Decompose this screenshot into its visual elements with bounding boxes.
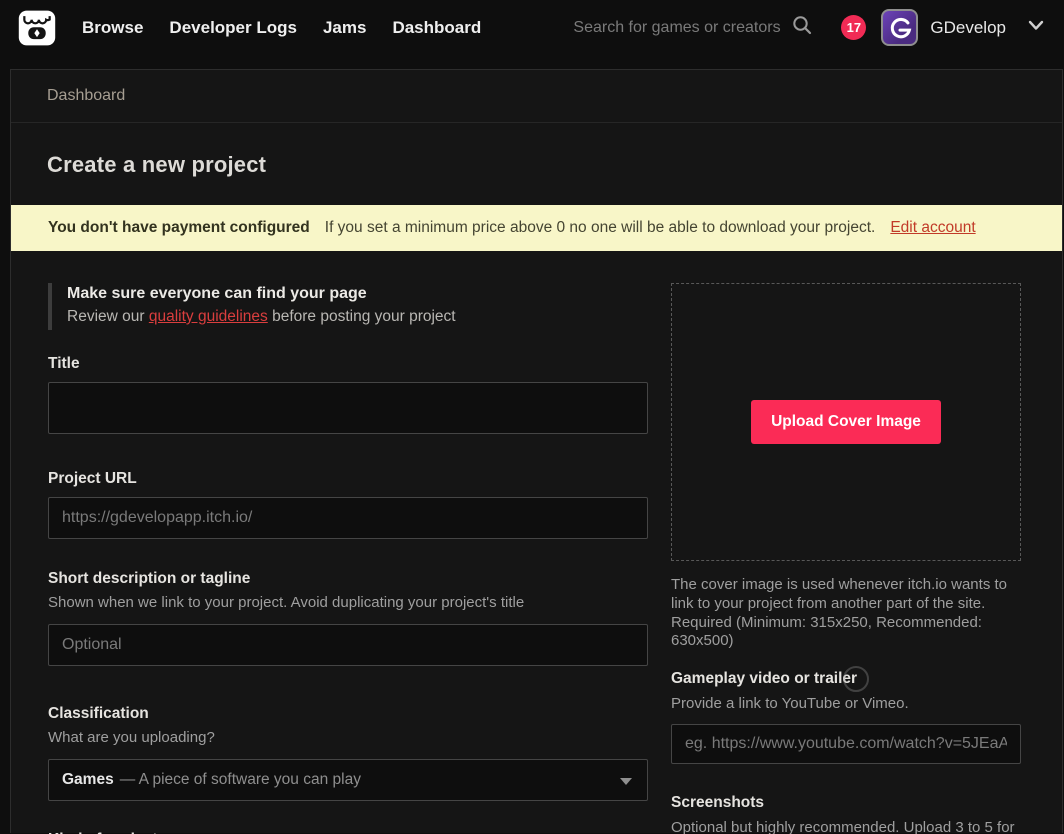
breadcrumb[interactable]: Dashboard xyxy=(47,87,125,105)
project-url-label: Project URL xyxy=(48,470,648,488)
search-icon[interactable] xyxy=(791,14,813,41)
quality-guidelines-link[interactable]: quality guidelines xyxy=(149,308,268,325)
gameplay-video-help: Provide a link to YouTube or Vimeo. xyxy=(671,695,1021,712)
classification-value: Games xyxy=(62,771,114,789)
short-description-input[interactable] xyxy=(48,624,648,666)
project-url-input[interactable] xyxy=(48,497,648,539)
classification-value-description: — A piece of software you can play xyxy=(120,771,361,789)
video-url-input[interactable] xyxy=(671,724,1021,764)
screenshots-label: Screenshots xyxy=(671,794,1021,812)
callout-title: Make sure everyone can find your page xyxy=(67,285,648,303)
itchio-logo[interactable] xyxy=(18,9,56,47)
chevron-down-icon[interactable] xyxy=(1026,15,1046,40)
quality-callout: Make sure everyone can find your page Re… xyxy=(48,283,648,330)
avatar[interactable] xyxy=(881,9,918,46)
upload-cover-button[interactable]: Upload Cover Image xyxy=(751,400,941,444)
screenshots-help: Optional but highly recommended. Upload … xyxy=(671,819,1021,834)
title-input[interactable] xyxy=(48,382,648,434)
breadcrumb-bar: Dashboard xyxy=(11,70,1062,123)
callout-text-pre: Review our xyxy=(67,308,149,325)
callout-text-post: before posting your project xyxy=(268,308,456,325)
form-left-column: Make sure everyone can find your page Re… xyxy=(48,283,648,834)
top-nav: Browse Developer Logs Jams Dashboard 17 … xyxy=(0,0,1064,55)
payment-warning-banner: You don't have payment configured If you… xyxy=(11,205,1062,251)
nav-links: Browse Developer Logs Jams Dashboard xyxy=(82,18,481,38)
nav-item-developer-logs[interactable]: Developer Logs xyxy=(169,18,297,38)
classification-label: Classification xyxy=(48,705,648,723)
page-header: Create a new project xyxy=(11,123,1062,205)
nav-item-dashboard[interactable]: Dashboard xyxy=(392,18,481,38)
notification-badge[interactable]: 17 xyxy=(841,15,866,40)
gameplay-video-label: Gameplay video or trailer xyxy=(671,670,1021,688)
short-description-label: Short description or tagline xyxy=(48,570,648,588)
edit-account-link[interactable]: Edit account xyxy=(890,219,975,237)
classification-help: What are you uploading? xyxy=(48,728,648,747)
nav-item-browse[interactable]: Browse xyxy=(82,18,143,38)
banner-bold-text: You don't have payment configured xyxy=(48,219,310,237)
nav-item-jams[interactable]: Jams xyxy=(323,18,366,38)
page-title: Create a new project xyxy=(47,152,1062,178)
title-label: Title xyxy=(48,355,648,373)
gdevelop-logo-icon xyxy=(887,15,913,41)
form-right-column: Upload Cover Image The cover image is us… xyxy=(671,283,1021,834)
short-description-help: Shown when we link to your project. Avoi… xyxy=(48,593,648,612)
nav-right: 17 GDevelop xyxy=(573,9,1046,46)
banner-text: If you set a minimum price above 0 no on… xyxy=(325,219,876,237)
select-caret-icon xyxy=(620,778,632,785)
search-input[interactable] xyxy=(573,19,791,37)
cover-upload-area: Upload Cover Image xyxy=(671,283,1021,561)
username[interactable]: GDevelop xyxy=(930,18,1006,38)
cover-help-text: The cover image is used whenever itch.io… xyxy=(671,576,1021,651)
callout-subtitle: Review our quality guidelines before pos… xyxy=(67,308,648,326)
form-content: Make sure everyone can find your page Re… xyxy=(11,251,1062,834)
main-panel: Dashboard Create a new project You don't… xyxy=(10,69,1063,833)
classification-select[interactable]: Games — A piece of software you can play xyxy=(48,759,648,801)
